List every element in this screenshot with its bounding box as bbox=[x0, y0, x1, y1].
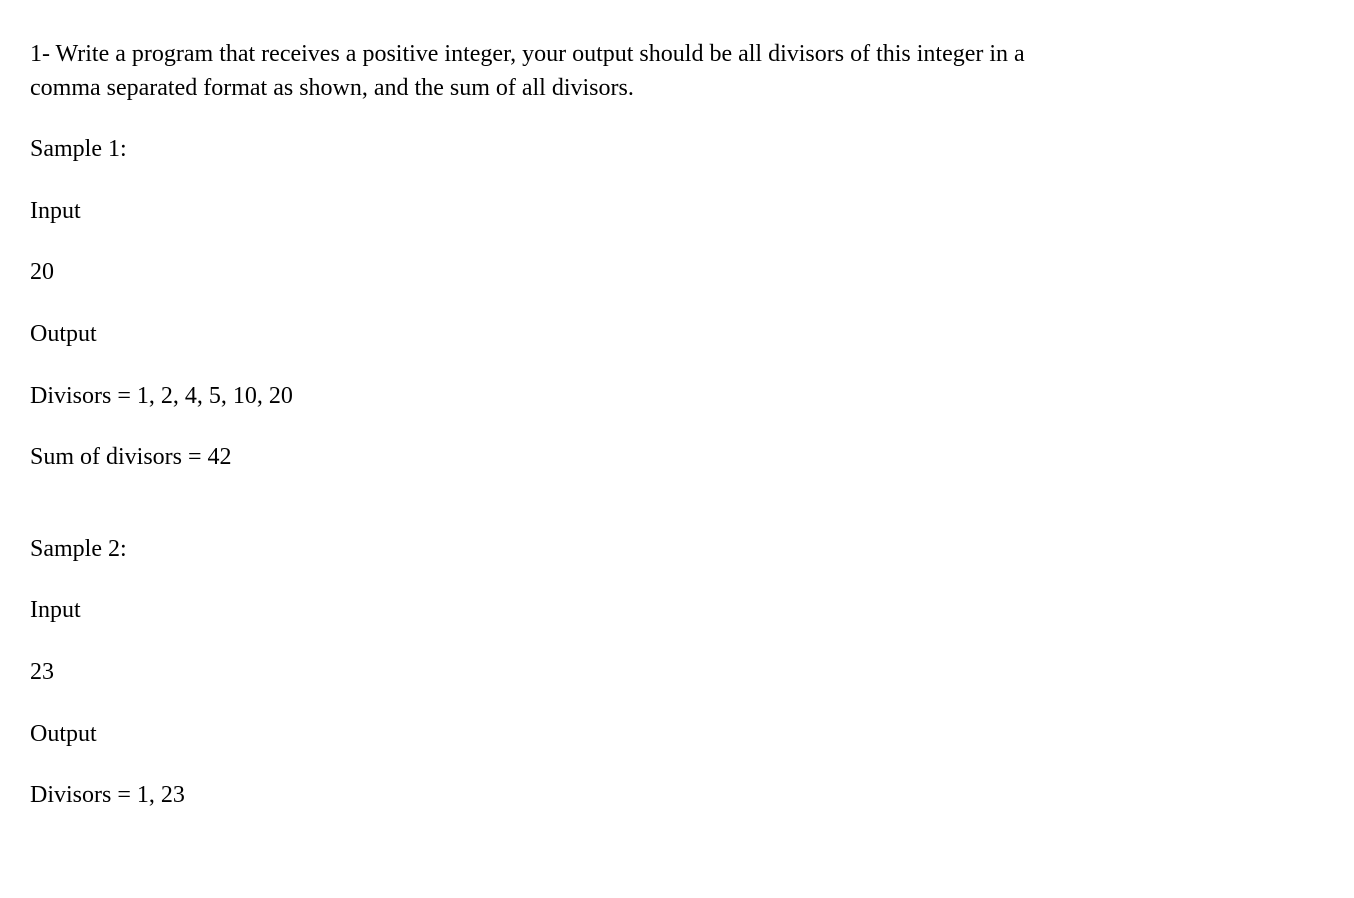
divisors-line: Divisors = 1, 23 bbox=[30, 779, 1324, 813]
sample-title: Sample 2: bbox=[30, 533, 1324, 567]
input-value: 23 bbox=[30, 656, 1324, 690]
sample-2-block: Sample 2: Input 23 Output Divisors = 1, … bbox=[30, 533, 1324, 813]
input-label: Input bbox=[30, 594, 1324, 628]
divisors-line: Divisors = 1, 2, 4, 5, 10, 20 bbox=[30, 380, 1324, 414]
output-label: Output bbox=[30, 718, 1324, 752]
input-value: 20 bbox=[30, 256, 1324, 290]
sample-gap bbox=[30, 503, 1324, 533]
sample-1-block: Sample 1: Input 20 Output Divisors = 1, … bbox=[30, 133, 1324, 475]
sample-title: Sample 1: bbox=[30, 133, 1324, 167]
sum-line: Sum of divisors = 42 bbox=[30, 441, 1324, 475]
problem-statement: 1- Write a program that receives a posit… bbox=[30, 38, 1060, 105]
input-label: Input bbox=[30, 195, 1324, 229]
output-label: Output bbox=[30, 318, 1324, 352]
